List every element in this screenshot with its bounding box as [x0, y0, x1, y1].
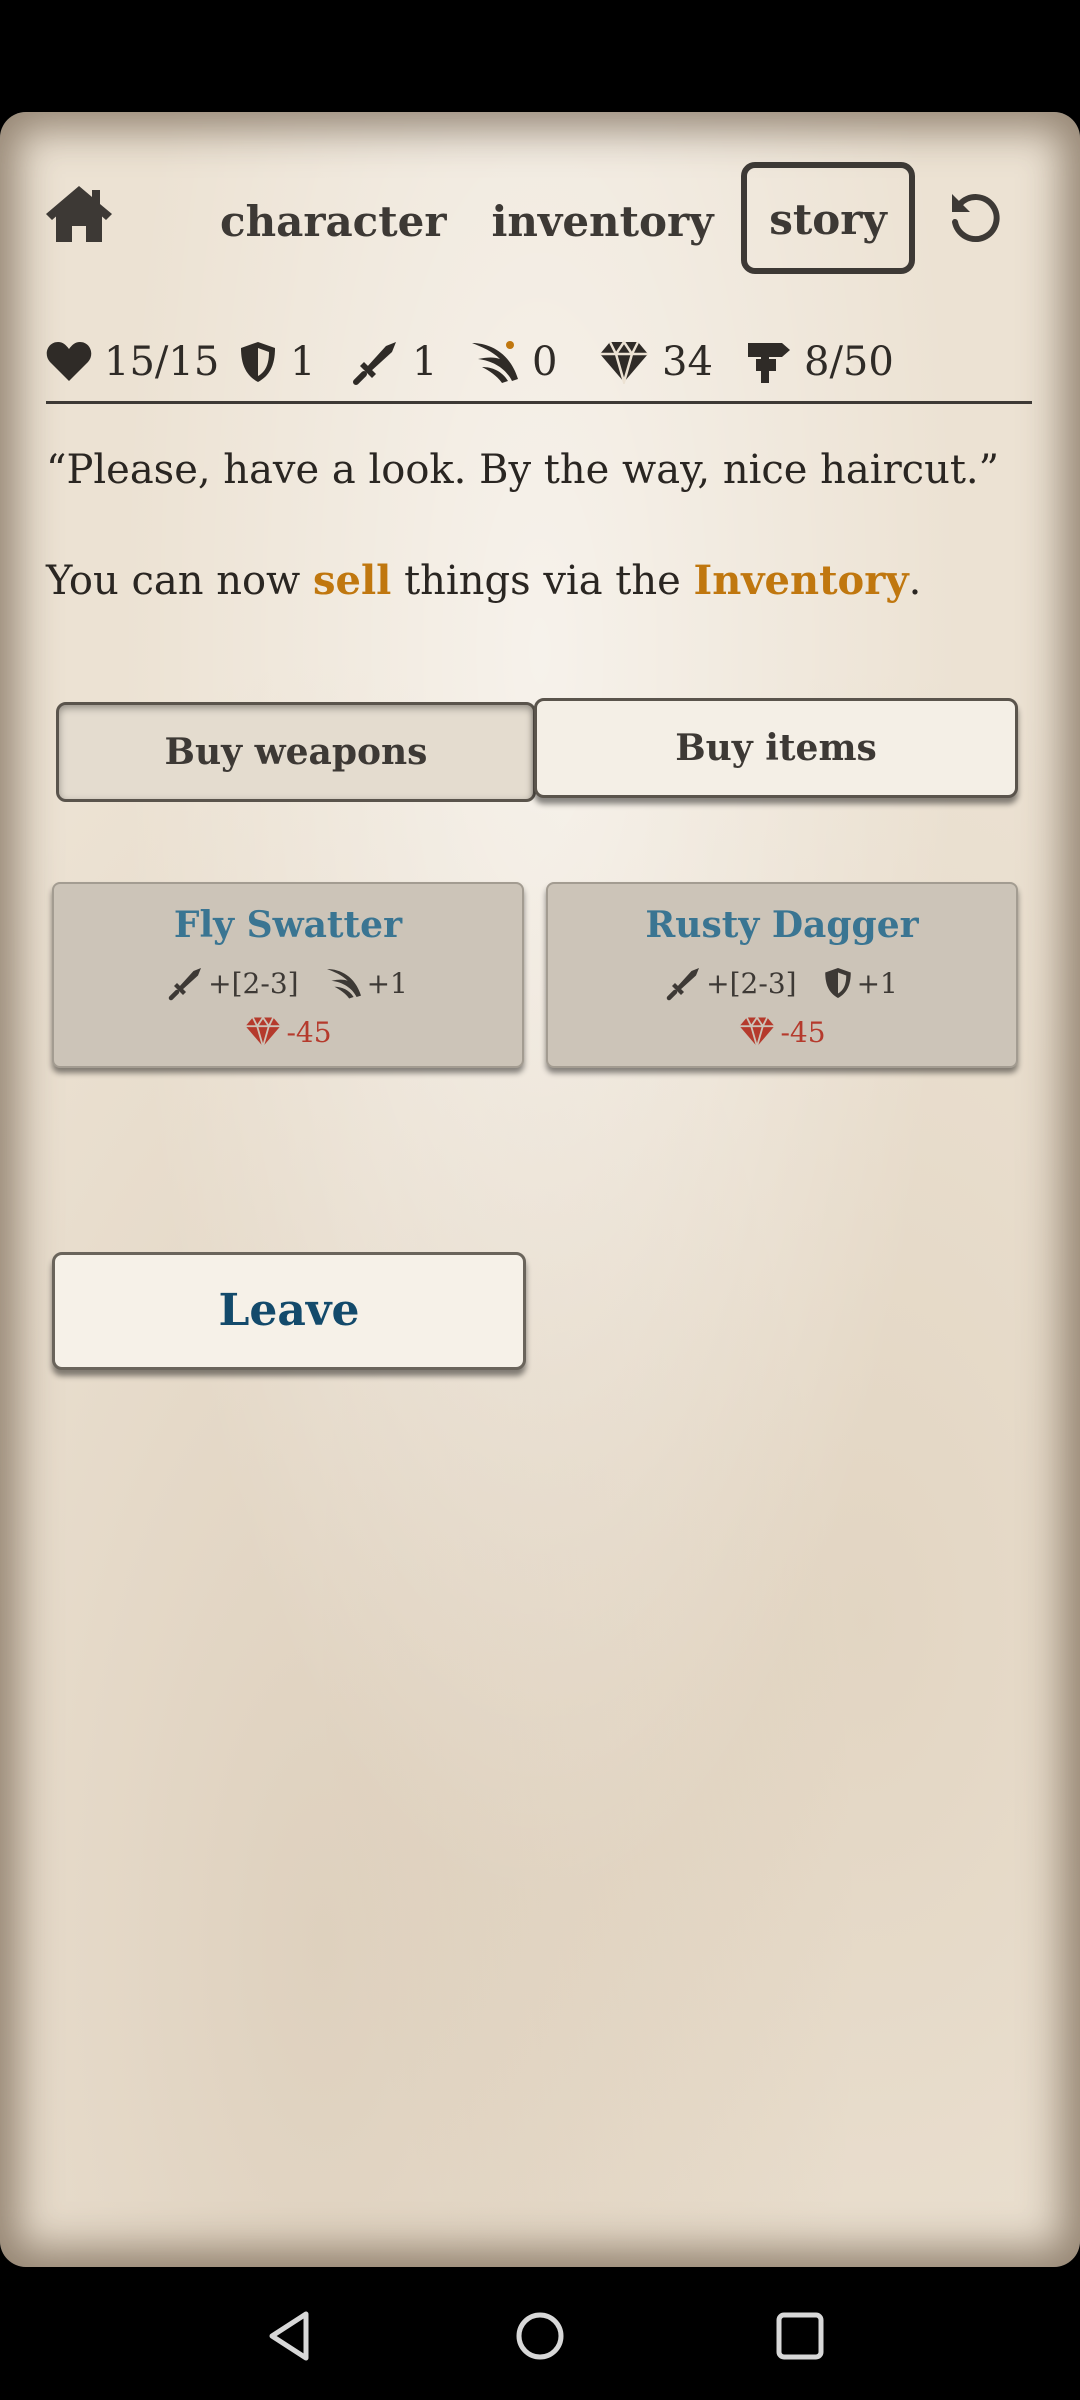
- item-stat-value: +[2-3]: [208, 966, 299, 1000]
- sword-icon: [666, 968, 700, 1001]
- gem-icon: [600, 340, 648, 384]
- tab-inventory[interactable]: inventory: [490, 190, 715, 254]
- stat-attack: 1: [352, 327, 437, 397]
- back-icon: [269, 2311, 309, 2361]
- home-button[interactable]: [42, 182, 116, 246]
- recents-button[interactable]: [772, 2308, 828, 2364]
- item-stat-attack: +[2-3]: [666, 965, 797, 1001]
- agility-value: 0: [532, 339, 558, 385]
- progress-value: 8/50: [804, 339, 894, 385]
- stats-bar: 15/15 1 1 0 34 8/50: [46, 327, 1036, 397]
- story-text: things via the: [391, 558, 694, 604]
- recents-icon: [776, 2312, 824, 2360]
- circle-home-icon: [516, 2312, 564, 2360]
- item-stat-agility: +1: [325, 966, 408, 1000]
- item-stats: +[2-3] +1: [54, 962, 522, 1004]
- shield-icon: [824, 968, 851, 998]
- stat-agility: 0: [470, 327, 557, 397]
- gem-icon: [739, 1016, 775, 1048]
- item-stat-value: +1: [856, 966, 898, 1000]
- item-name: Fly Swatter: [173, 904, 403, 946]
- item-price-value: -45: [780, 1015, 826, 1049]
- item-price-value: -45: [286, 1015, 332, 1049]
- system-home-button[interactable]: [512, 2308, 568, 2364]
- item-card-rusty-dagger[interactable]: Rusty Dagger +[2-3] +1 -45: [546, 882, 1018, 1068]
- story-text-line1: “Please, have a look. By the way, nice h…: [46, 447, 1000, 493]
- home-icon: [46, 186, 112, 242]
- wing-icon: [326, 968, 361, 999]
- gems-value: 34: [662, 339, 713, 385]
- story-text-line2: You can now sell things via the Inventor…: [46, 557, 1036, 604]
- item-stats: +[2-3] +1: [548, 962, 1016, 1004]
- back-button[interactable]: [262, 2308, 318, 2364]
- story-text: .: [908, 558, 922, 604]
- tab-buy-items[interactable]: Buy items: [534, 698, 1018, 798]
- item-stat-value: +1: [366, 966, 408, 1000]
- heart-icon: [46, 342, 92, 381]
- item-price: -45: [548, 1012, 1016, 1052]
- shield-icon: [241, 342, 275, 382]
- wing-icon: [472, 341, 518, 383]
- sell-keyword: sell: [313, 557, 392, 604]
- item-name: Rusty Dagger: [645, 904, 919, 946]
- stat-health: 15/15: [46, 327, 219, 397]
- item-price: -45: [54, 1012, 522, 1052]
- item-stat-attack: +[2-3]: [168, 965, 299, 1001]
- sword-icon: [353, 342, 396, 385]
- item-stat-armor: +1: [823, 966, 898, 1000]
- tab-character[interactable]: character: [220, 190, 447, 254]
- stat-gems: 34: [598, 327, 713, 397]
- game-screen: character inventory story 15/15 1 1 0 34…: [0, 112, 1080, 2267]
- inventory-keyword: Inventory: [693, 557, 909, 604]
- stats-divider: [46, 401, 1032, 404]
- health-value: 15/15: [104, 339, 220, 385]
- attack-value: 1: [412, 339, 438, 385]
- tab-buy-weapons[interactable]: Buy weapons: [56, 702, 536, 802]
- sword-icon: [168, 968, 202, 1001]
- status-bar: [0, 0, 1080, 110]
- system-nav-bar: [0, 2270, 1080, 2400]
- undo-button[interactable]: [946, 190, 1004, 248]
- armor-value: 1: [290, 339, 316, 385]
- stat-armor: 1: [238, 327, 315, 397]
- tab-story[interactable]: story: [741, 162, 915, 274]
- item-stat-value: +[2-3]: [706, 966, 797, 1000]
- story-text: You can now: [46, 558, 314, 604]
- stat-progress: 8/50: [746, 327, 894, 397]
- signpost-icon: [748, 343, 790, 383]
- gem-icon: [245, 1016, 281, 1048]
- undo-icon: [952, 194, 1000, 243]
- item-card-fly-swatter[interactable]: Fly Swatter +[2-3] +1 -45: [52, 882, 524, 1068]
- leave-button[interactable]: Leave: [52, 1252, 526, 1370]
